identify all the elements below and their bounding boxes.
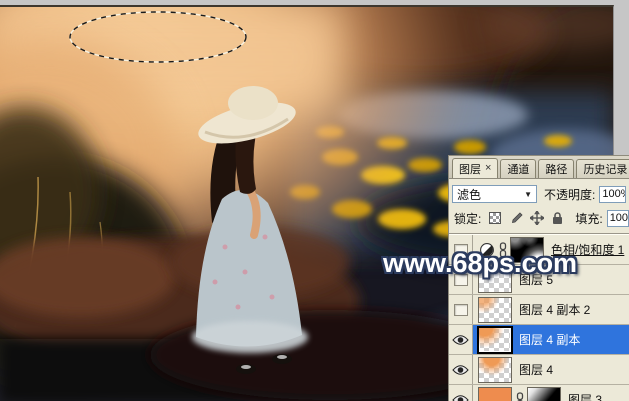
layer-thumbnail[interactable] [478, 386, 512, 401]
layer-row-layer4-copy[interactable]: 图层 4 副本 [449, 325, 629, 355]
tab-paths-label: 路径 [545, 163, 568, 176]
tab-history-label: 历史记录 [583, 163, 628, 176]
tab-history[interactable]: 历史记录 [576, 159, 629, 178]
eye-icon [452, 394, 469, 401]
lock-paint-brush-icon[interactable] [508, 211, 523, 226]
opacity-input[interactable]: 100% [599, 185, 627, 203]
tab-layers-label: 图层 [459, 163, 481, 176]
opacity-label: 不透明度: [544, 187, 596, 202]
chevron-down-icon: ▼ [524, 189, 532, 199]
tab-paths[interactable]: 路径 [538, 159, 575, 178]
layer-name[interactable]: 图层 3 [568, 391, 602, 401]
layer-row-layer4[interactable]: 图层 4 [449, 355, 629, 385]
eye-icon [452, 334, 469, 345]
layer-row-layer4-copy2[interactable]: 图层 4 副本 2 [449, 295, 629, 325]
layer-mask-thumbnail[interactable] [527, 386, 561, 401]
blend-mode-select[interactable]: 滤色 ▼ [452, 185, 537, 203]
visibility-toggle[interactable] [449, 355, 473, 384]
lock-position-move-icon[interactable] [529, 211, 544, 226]
lock-label: 锁定: [454, 211, 482, 226]
layer-name[interactable]: 图层 4 [519, 361, 553, 378]
layer-row-layer3[interactable]: 图层 3 [449, 385, 629, 401]
layer-thumbnail[interactable] [478, 326, 512, 353]
tab-close-icon[interactable]: × [485, 163, 491, 174]
panel-tabstrip: 图层 × 通道 路径 历史记录 [449, 156, 629, 179]
lock-transparency-icon[interactable] [487, 211, 502, 226]
fill-label: 填充: [575, 211, 603, 226]
eye-empty-box [453, 303, 468, 316]
lock-all-padlock-icon[interactable] [550, 211, 565, 226]
blend-mode-value: 滤色 [457, 187, 482, 202]
layer-thumbnail[interactable] [478, 356, 512, 383]
visibility-toggle[interactable] [449, 295, 473, 324]
watermark-text: www.68ps.com [383, 248, 578, 278]
tab-channels-label: 通道 [507, 163, 530, 176]
eye-icon [452, 364, 469, 375]
visibility-toggle[interactable] [449, 385, 473, 401]
layer-name[interactable]: 图层 4 副本 [519, 331, 580, 348]
fill-input[interactable]: 100% [606, 209, 629, 227]
link-chain-icon [515, 391, 524, 401]
layer-thumbnail[interactable] [478, 296, 512, 323]
layer-name[interactable]: 图层 4 副本 2 [519, 301, 590, 318]
visibility-toggle[interactable] [449, 325, 473, 354]
tab-channels[interactable]: 通道 [500, 159, 537, 178]
tab-layers[interactable]: 图层 × [452, 158, 499, 178]
